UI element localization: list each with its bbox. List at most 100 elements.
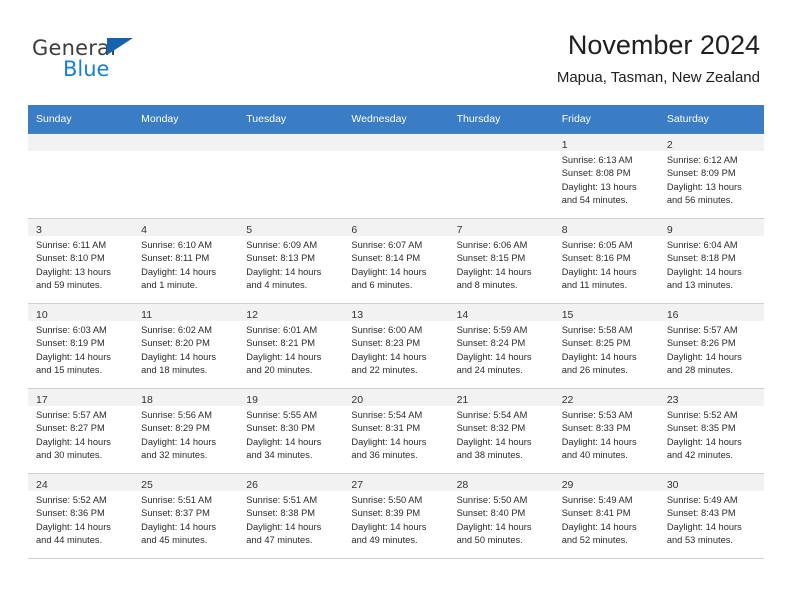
calendar-day-cell[interactable]: 1 Sunrise: 6:13 AM Sunset: 8:08 PM Daylight… [553,133,659,219]
day-cell-details: Sunrise: 6:01 AM Sunset: 8:21 PM Daylight:… [238,321,343,378]
day-cell-content: 11 Sunrise: 6:02 AM Sunset: 8:20 PM Dayligh… [133,304,239,388]
sunset-text: Sunset: 8:37 PM [141,508,210,519]
day-number-band: 27 [343,474,449,491]
day-cell-details: Sunrise: 5:50 AM Sunset: 8:39 PM Daylight:… [343,491,448,548]
day-number-band: 5 [238,219,344,236]
sunrise-text: Sunrise: 6:12 AM [666,155,738,165]
daylight-text-line1: Daylight: 14 hours [561,436,637,447]
daylight-text-line1: Daylight: 14 hours [141,521,217,532]
weekday-header-tuesday: Tuesday [238,105,344,134]
calendar-day-cell[interactable]: 27 Sunrise: 5:50 AM Sunset: 8:39 PM Dayligh… [343,473,449,559]
daylight-text-line1: Daylight: 14 hours [351,351,427,362]
calendar-day-cell[interactable]: 6 Sunrise: 6:07 AM Sunset: 8:14 PM Daylight… [343,218,449,304]
calendar-day-cell[interactable]: 28 Sunrise: 5:50 AM Sunset: 8:40 PM Dayligh… [448,473,554,559]
day-number-band: 19 [238,389,344,406]
calendar-day-cell[interactable]: 30 Sunrise: 5:49 AM Sunset: 8:43 PM Dayligh… [658,473,764,559]
day-cell-details: Sunrise: 5:50 AM Sunset: 8:40 PM Daylight:… [449,491,554,548]
daylight-text-line2: and 11 minutes. [561,280,628,291]
day-cell-details: Sunrise: 6:13 AM Sunset: 8:08 PM Daylight:… [554,151,659,208]
calendar-day-cell[interactable]: 20 Sunrise: 5:54 AM Sunset: 8:31 PM Dayligh… [343,388,449,474]
day-cell-content: 17 Sunrise: 5:57 AM Sunset: 8:27 PM Dayligh… [28,389,134,473]
sunset-text: Sunset: 8:38 PM [246,508,316,519]
calendar-day-cell[interactable]: 15 Sunrise: 5:58 AM Sunset: 8:25 PM Dayligh… [553,303,659,389]
calendar-cell-empty [448,133,554,219]
daylight-text-line2: and 30 minutes. [36,450,103,461]
day-cell-content: 2 Sunrise: 6:12 AM Sunset: 8:09 PM Daylight… [658,134,764,218]
sunset-text: Sunset: 8:35 PM [666,423,736,434]
weekday-header-monday: Monday [133,105,239,134]
calendar-week-row: 3 Sunrise: 6:11 AM Sunset: 8:10 PM Daylight… [28,218,764,304]
day-cell-content: 13 Sunrise: 6:00 AM Sunset: 8:23 PM Dayligh… [343,304,449,388]
calendar-day-cell[interactable]: 16 Sunrise: 5:57 AM Sunset: 8:26 PM Dayligh… [658,303,764,389]
calendar-day-cell[interactable]: 26 Sunrise: 5:51 AM Sunset: 8:38 PM Dayligh… [238,473,344,559]
daylight-text-line1: Daylight: 14 hours [561,351,637,362]
weekday-header-thursday: Thursday [448,105,554,134]
day-cell-details: Sunrise: 6:12 AM Sunset: 8:09 PM Daylight:… [659,151,764,208]
calendar-table: Sunday Monday Tuesday Wednesday Thursday… [28,105,764,559]
day-cell-details: Sunrise: 5:56 AM Sunset: 8:29 PM Daylight:… [133,406,238,463]
day-number-band: 12 [238,304,344,321]
day-number: 8 [561,224,568,236]
day-number-band [133,134,239,151]
daylight-text-line2: and 50 minutes. [456,535,523,546]
calendar-day-cell[interactable]: 17 Sunrise: 5:57 AM Sunset: 8:27 PM Dayligh… [28,388,134,474]
calendar-day-cell[interactable]: 12 Sunrise: 6:01 AM Sunset: 8:21 PM Dayligh… [238,303,344,389]
calendar-day-cell[interactable]: 7 Sunrise: 6:06 AM Sunset: 8:15 PM Daylight… [448,218,554,304]
sunrise-text: Sunrise: 5:49 AM [561,495,633,505]
day-cell-details [343,151,448,154]
calendar-day-cell[interactable]: 25 Sunrise: 5:51 AM Sunset: 8:37 PM Dayligh… [133,473,239,559]
logo-triangle-icon [107,38,133,55]
daylight-text-line1: Daylight: 13 hours [666,181,742,192]
calendar-day-cell[interactable]: 11 Sunrise: 6:02 AM Sunset: 8:20 PM Dayligh… [133,303,239,389]
day-cell-details: Sunrise: 6:06 AM Sunset: 8:15 PM Daylight:… [449,236,554,293]
sunset-text: Sunset: 8:32 PM [456,423,526,434]
calendar-day-cell[interactable]: 10 Sunrise: 6:03 AM Sunset: 8:19 PM Dayligh… [28,303,134,389]
sunset-text: Sunset: 8:31 PM [351,423,421,434]
day-cell-content: 4 Sunrise: 6:10 AM Sunset: 8:11 PM Daylight… [133,219,239,303]
day-number-band [238,134,344,151]
daylight-text-line2: and 49 minutes. [351,535,418,546]
day-cell-content [28,134,134,218]
day-cell-content [133,134,239,218]
day-number: 22 [561,394,574,406]
calendar-day-cell[interactable]: 18 Sunrise: 5:56 AM Sunset: 8:29 PM Dayligh… [133,388,239,474]
calendar-day-cell[interactable]: 21 Sunrise: 5:54 AM Sunset: 8:32 PM Dayligh… [448,388,554,474]
daylight-text-line1: Daylight: 14 hours [561,266,637,277]
calendar-day-cell[interactable]: 24 Sunrise: 5:52 AM Sunset: 8:36 PM Dayligh… [28,473,134,559]
sunset-text: Sunset: 8:15 PM [456,253,526,264]
day-cell-content: 22 Sunrise: 5:53 AM Sunset: 8:33 PM Dayligh… [553,389,659,473]
sunset-text: Sunset: 8:25 PM [561,338,631,349]
sunrise-text: Sunrise: 5:57 AM [666,325,738,335]
daylight-text-line1: Daylight: 14 hours [456,351,532,362]
calendar-day-cell[interactable]: 3 Sunrise: 6:11 AM Sunset: 8:10 PM Daylight… [28,218,134,304]
calendar-day-cell[interactable]: 2 Sunrise: 6:12 AM Sunset: 8:09 PM Daylight… [658,133,764,219]
sunrise-text: Sunrise: 5:49 AM [666,495,738,505]
daylight-text-line1: Daylight: 14 hours [246,436,322,447]
sunrise-text: Sunrise: 6:02 AM [141,325,212,335]
calendar-day-cell[interactable]: 13 Sunrise: 6:00 AM Sunset: 8:23 PM Dayligh… [343,303,449,389]
calendar-day-cell[interactable]: 19 Sunrise: 5:55 AM Sunset: 8:30 PM Dayligh… [238,388,344,474]
calendar-day-cell[interactable]: 29 Sunrise: 5:49 AM Sunset: 8:41 PM Dayligh… [553,473,659,559]
day-number: 29 [561,479,574,491]
sunset-text: Sunset: 8:08 PM [561,168,631,179]
day-cell-details [28,151,133,154]
daylight-text-line2: and 44 minutes. [36,535,103,546]
calendar-day-cell[interactable]: 8 Sunrise: 6:05 AM Sunset: 8:16 PM Daylight… [553,218,659,304]
day-cell-details: Sunrise: 5:59 AM Sunset: 8:24 PM Daylight:… [449,321,554,378]
sunrise-text: Sunrise: 6:06 AM [456,240,528,250]
daylight-text-line1: Daylight: 14 hours [351,521,427,532]
calendar-day-cell[interactable]: 4 Sunrise: 6:10 AM Sunset: 8:11 PM Daylight… [133,218,239,304]
calendar-day-cell[interactable]: 5 Sunrise: 6:09 AM Sunset: 8:13 PM Daylight… [238,218,344,304]
daylight-text-line2: and 34 minutes. [246,450,313,461]
calendar-day-cell[interactable]: 14 Sunrise: 5:59 AM Sunset: 8:24 PM Dayligh… [448,303,554,389]
day-number: 9 [666,224,673,236]
sunrise-text: Sunrise: 6:05 AM [561,240,633,250]
calendar-day-cell[interactable]: 9 Sunrise: 6:04 AM Sunset: 8:18 PM Daylight… [658,218,764,304]
calendar-day-cell[interactable]: 23 Sunrise: 5:52 AM Sunset: 8:35 PM Dayligh… [658,388,764,474]
day-number: 17 [36,394,48,406]
day-cell-details: Sunrise: 5:53 AM Sunset: 8:33 PM Daylight:… [554,406,659,463]
calendar-day-cell[interactable]: 22 Sunrise: 5:53 AM Sunset: 8:33 PM Dayligh… [553,388,659,474]
daylight-text-line2: and 20 minutes. [246,365,313,376]
daylight-text-line2: and 38 minutes. [456,450,523,461]
logo[interactable]: General Blue [32,36,152,88]
